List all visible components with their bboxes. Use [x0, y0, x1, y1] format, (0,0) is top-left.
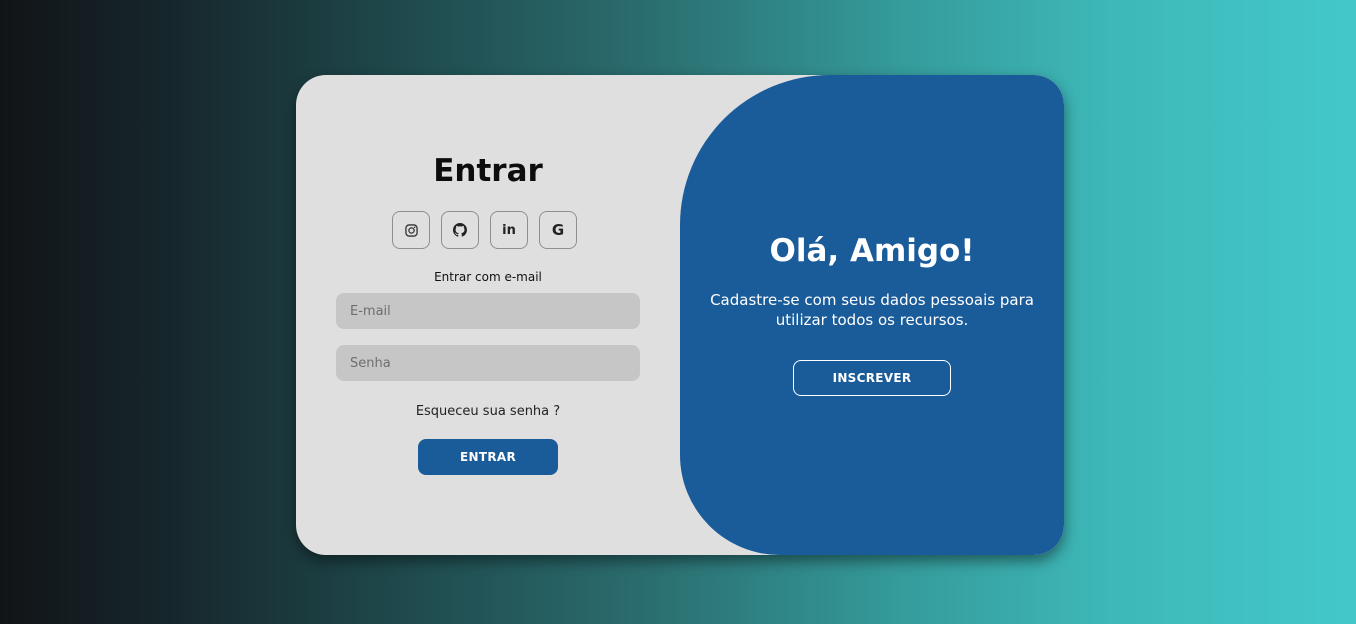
instagram-icon — [404, 223, 418, 237]
linkedin-button[interactable]: in — [490, 211, 528, 249]
panel-description: Cadastre-se com seus dados pessoais para… — [710, 291, 1034, 329]
google-icon: G — [551, 221, 565, 239]
auth-card: Entrar in G Entrar com e-mail E-mail Esq… — [296, 75, 1064, 555]
google-button[interactable]: G — [539, 211, 577, 249]
panel-title: Olá, Amigo! — [769, 233, 975, 269]
instagram-button[interactable] — [392, 211, 430, 249]
signup-panel: Olá, Amigo! Cadastre-se com seus dados p… — [680, 75, 1064, 555]
forgot-password-link[interactable]: Esqueceu sua senha ? — [296, 404, 680, 419]
email-signin-hint: Entrar com e-mail — [434, 270, 542, 284]
github-button[interactable] — [441, 211, 479, 249]
social-login-group: in G — [392, 211, 577, 249]
signin-button[interactable]: ENTRAR — [418, 439, 558, 475]
signin-title: Entrar — [433, 153, 543, 189]
github-icon — [453, 223, 467, 237]
linkedin-icon: in — [502, 222, 516, 238]
signin-form: Entrar in G Entrar com e-mail E-mail Esq… — [296, 75, 680, 555]
password-field[interactable] — [336, 345, 640, 381]
signup-button[interactable]: INSCREVER — [793, 360, 951, 396]
email-field[interactable] — [336, 293, 640, 329]
